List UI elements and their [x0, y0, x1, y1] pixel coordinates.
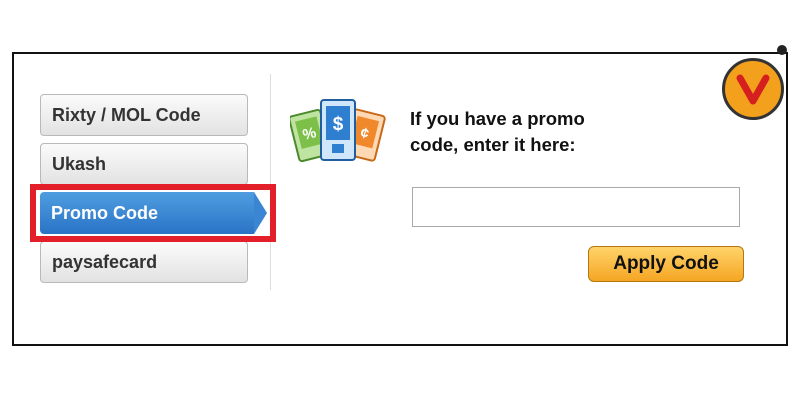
sidebar-item-promo-code[interactable]: Promo Code — [40, 192, 267, 234]
sidebar-item-ukash[interactable]: Ukash — [40, 143, 248, 185]
active-tab-arrow — [254, 192, 267, 234]
sidebar-item-paysafecard[interactable]: paysafecard — [40, 241, 248, 283]
sidebar-divider — [270, 74, 271, 290]
sidebar-item-label: paysafecard — [52, 251, 158, 272]
sidebar-item-label: Ukash — [52, 153, 107, 174]
svg-text:$: $ — [333, 114, 344, 135]
logo-glyph-icon — [736, 74, 770, 105]
promo-code-input[interactable] — [412, 187, 740, 227]
promo-prompt: If you have a promo code, enter it here: — [410, 106, 650, 158]
apply-code-button[interactable]: Apply Code — [588, 246, 744, 282]
coupon-cards-icon: % ¢ $ — [290, 99, 386, 163]
sidebar-item-rixty-mol[interactable]: Rixty / MOL Code — [40, 94, 248, 136]
sidebar-item-label: Rixty / MOL Code — [52, 104, 201, 125]
logo-badge-icon — [722, 58, 784, 120]
sidebar-item-label: Promo Code — [51, 202, 159, 223]
corner-dot — [777, 45, 787, 55]
promo-prompt-line-1: If you have a promo — [410, 108, 585, 129]
promo-prompt-line-2: code, enter it here: — [410, 134, 576, 155]
